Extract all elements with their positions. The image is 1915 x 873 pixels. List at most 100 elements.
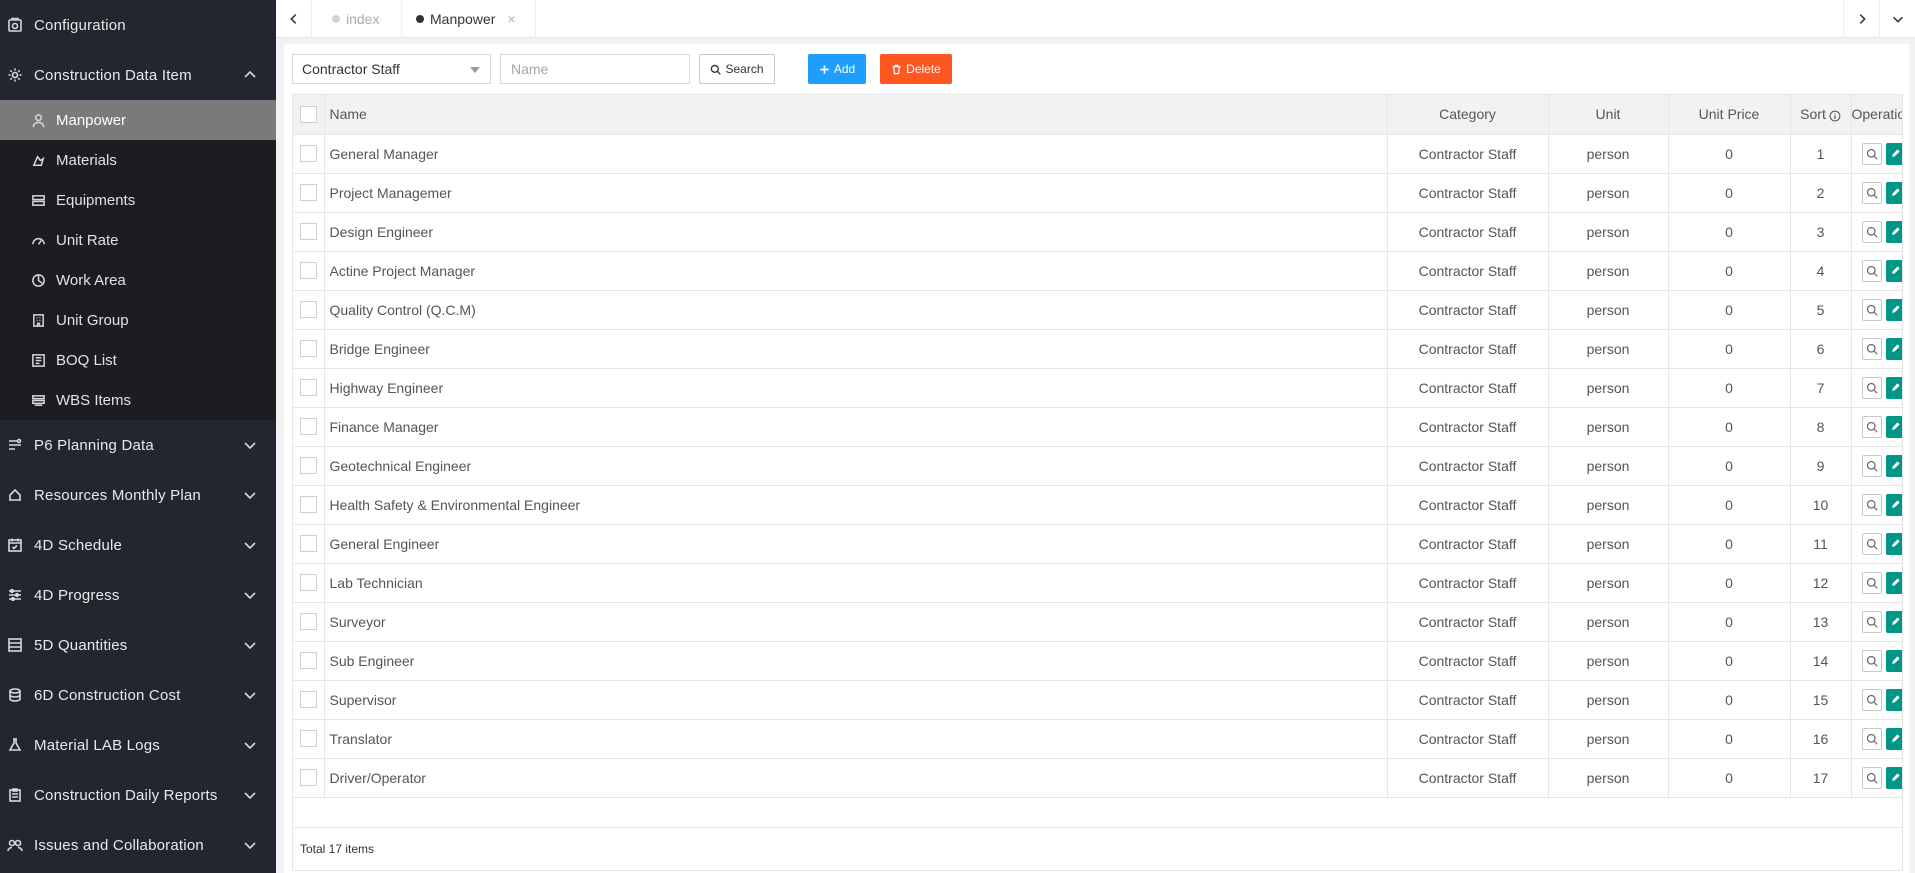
sidebar-item-boq-list[interactable]: BOQ List [0, 340, 276, 380]
delete-button[interactable]: Delete [880, 54, 952, 84]
info-icon[interactable] [1829, 110, 1841, 122]
category-select[interactable]: Contractor Staff [292, 54, 491, 84]
nav-group-issues-and-collaboration[interactable]: Issues and Collaboration [0, 820, 276, 870]
nav-group-construction-data-item[interactable]: Construction Data Item [0, 50, 276, 100]
pencil-icon [1890, 733, 1901, 744]
view-button[interactable] [1861, 688, 1882, 711]
resources-icon [6, 486, 24, 504]
row-checkbox[interactable] [299, 301, 317, 319]
nav-group-material-lab-logs[interactable]: Material LAB Logs [0, 720, 276, 770]
tab-menu-button[interactable] [1879, 0, 1915, 38]
view-button[interactable] [1861, 142, 1882, 165]
tab-scroll-left-button[interactable] [276, 0, 312, 38]
sidebar-item-equipments[interactable]: Equipments [0, 180, 276, 220]
sidebar-item-manpower[interactable]: Manpower [0, 100, 276, 140]
edit-button[interactable] [1885, 259, 1902, 282]
nav-group-6d-construction-cost[interactable]: 6D Construction Cost [0, 670, 276, 720]
edit-button[interactable] [1885, 610, 1902, 633]
nav-group-4d-progress[interactable]: 4D Progress [0, 570, 276, 620]
view-button[interactable] [1861, 493, 1882, 516]
cell-name: Driver/Operator [324, 758, 1388, 798]
view-button[interactable] [1861, 259, 1882, 282]
view-button[interactable] [1861, 766, 1882, 789]
sidebar-item-materials[interactable]: Materials [0, 140, 276, 180]
search-button[interactable]: Search [699, 54, 775, 84]
row-select-cell [293, 173, 325, 213]
edit-button[interactable] [1885, 454, 1902, 477]
tab-scroll-right-button[interactable] [1843, 0, 1879, 38]
view-button[interactable] [1861, 415, 1882, 438]
edit-button[interactable] [1885, 337, 1902, 360]
cell-sort: 4 [1790, 251, 1852, 291]
sidebar-item-work-area[interactable]: Work Area [0, 260, 276, 300]
edit-button[interactable] [1885, 571, 1902, 594]
cell-operation [1851, 212, 1902, 252]
cell-category: Contractor Staff [1387, 524, 1549, 564]
edit-button[interactable] [1885, 220, 1902, 243]
edit-button[interactable] [1885, 688, 1902, 711]
edit-button[interactable] [1885, 376, 1902, 399]
header-sort[interactable]: Sort [1790, 95, 1852, 135]
tab-index[interactable]: index [312, 0, 402, 38]
row-select-cell [293, 524, 325, 564]
cell-category: Contractor Staff [1387, 134, 1549, 174]
row-checkbox[interactable] [299, 535, 317, 553]
view-button[interactable] [1861, 454, 1882, 477]
row-checkbox[interactable] [299, 496, 317, 514]
person-icon [30, 112, 46, 128]
row-checkbox[interactable] [299, 574, 317, 592]
edit-button[interactable] [1885, 727, 1902, 750]
view-button[interactable] [1861, 610, 1882, 633]
sidebar-item-unit-rate[interactable]: Unit Rate [0, 220, 276, 260]
edit-button[interactable] [1885, 181, 1902, 204]
tab-manpower[interactable]: Manpower × [402, 0, 536, 38]
row-checkbox[interactable] [299, 379, 317, 397]
row-checkbox[interactable] [299, 730, 317, 748]
nav-group-construction-daily-reports[interactable]: Construction Daily Reports [0, 770, 276, 820]
view-button[interactable] [1861, 181, 1882, 204]
select-all-checkbox[interactable] [299, 106, 317, 124]
row-checkbox[interactable] [299, 223, 317, 241]
view-button[interactable] [1861, 649, 1882, 672]
nav-group-4d-schedule[interactable]: 4D Schedule [0, 520, 276, 570]
edit-button[interactable] [1885, 298, 1902, 321]
search-icon [1866, 772, 1878, 784]
view-button[interactable] [1861, 337, 1882, 360]
materials-icon [30, 152, 46, 168]
row-checkbox[interactable] [299, 769, 317, 787]
sidebar-item-wbs-items[interactable]: WBS Items [0, 380, 276, 420]
edit-button[interactable] [1885, 649, 1902, 672]
cell-category: Contractor Staff [1387, 212, 1549, 252]
row-checkbox[interactable] [299, 418, 317, 436]
row-checkbox[interactable] [299, 145, 317, 163]
chevron-down-icon [244, 742, 256, 750]
row-checkbox[interactable] [299, 184, 317, 202]
name-search-input[interactable] [500, 54, 690, 84]
view-button[interactable] [1861, 298, 1882, 321]
add-button[interactable]: Add [808, 54, 866, 84]
edit-button[interactable] [1885, 532, 1902, 555]
edit-button[interactable] [1885, 493, 1902, 516]
pencil-icon [1890, 343, 1901, 354]
nav-group-configuration[interactable]: Configuration [0, 0, 276, 50]
sidebar-item-unit-group[interactable]: Unit Group [0, 300, 276, 340]
row-checkbox[interactable] [299, 613, 317, 631]
edit-button[interactable] [1885, 415, 1902, 438]
table-row: Quality Control (Q.C.M) Contractor Staff p… [293, 290, 1902, 330]
row-checkbox[interactable] [299, 340, 317, 358]
view-button[interactable] [1861, 376, 1882, 399]
nav-group-5d-quantities[interactable]: 5D Quantities [0, 620, 276, 670]
row-checkbox[interactable] [299, 652, 317, 670]
tab-close-icon[interactable]: × [507, 11, 515, 27]
nav-group-resources-monthly-plan[interactable]: Resources Monthly Plan [0, 470, 276, 520]
view-button[interactable] [1861, 727, 1882, 750]
row-checkbox[interactable] [299, 262, 317, 280]
view-button[interactable] [1861, 220, 1882, 243]
nav-group-p6-planning-data[interactable]: P6 Planning Data [0, 420, 276, 470]
row-checkbox[interactable] [299, 691, 317, 709]
view-button[interactable] [1861, 532, 1882, 555]
row-checkbox[interactable] [299, 457, 317, 475]
view-button[interactable] [1861, 571, 1882, 594]
edit-button[interactable] [1885, 142, 1902, 165]
edit-button[interactable] [1885, 766, 1902, 789]
